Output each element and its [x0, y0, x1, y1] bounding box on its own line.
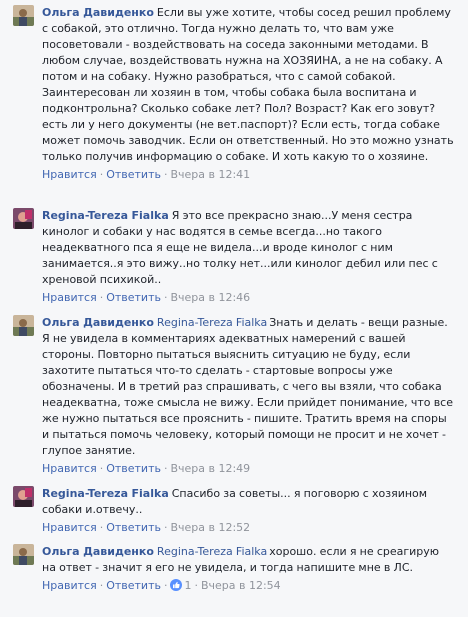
like-button[interactable]: Нравится — [42, 462, 97, 475]
like-button[interactable]: Нравится — [42, 291, 97, 304]
avatar[interactable] — [13, 315, 34, 336]
comment-text: Regina-Tereza Fialka Спасибо за советы...… — [42, 486, 454, 518]
comment-author[interactable]: Ольга Давиденко — [42, 6, 154, 19]
separator: · — [163, 168, 168, 181]
comment-timestamp[interactable]: Вчера в 12:54 — [201, 579, 281, 592]
separator: · — [163, 579, 168, 592]
reaction-summary[interactable]: 1 — [170, 579, 191, 592]
separator: · — [99, 521, 104, 534]
reply-button[interactable]: Ответить — [106, 291, 161, 304]
comment-timestamp[interactable]: Вчера в 12:46 — [170, 291, 250, 304]
separator: · — [163, 462, 168, 475]
like-button[interactable]: Нравится — [42, 521, 97, 534]
avatar[interactable] — [13, 486, 34, 507]
comment-text: Ольга Давиденко Если вы уже хотите, чтобы… — [42, 5, 454, 165]
comment-text: Ольга Давиденко Regina-Tereza Fialka Знать… — [42, 315, 454, 459]
reply-button[interactable]: Ответить — [106, 168, 161, 181]
separator: · — [163, 521, 168, 534]
separator: · — [163, 291, 168, 304]
comment-actions: Нравится · Ответить · Вчера в 12:49 — [42, 461, 454, 477]
comment-actions: Нравится · Ответить · Вчера в 12:41 — [42, 167, 454, 183]
reply-button[interactable]: Ответить — [106, 462, 161, 475]
reply-button[interactable]: Ответить — [106, 579, 161, 592]
separator: · — [194, 579, 198, 592]
comment-message: Знать и делать - вещи разные. Я не увиде… — [42, 316, 453, 457]
comment-author[interactable]: Regina-Tereza Fialka — [42, 209, 169, 222]
reaction-count: 1 — [184, 579, 192, 592]
comment-timestamp[interactable]: Вчера в 12:52 — [170, 521, 250, 534]
comment-actions: Нравится · Ответить · Вчера в 12:46 — [42, 290, 454, 306]
like-reaction-icon — [170, 579, 183, 591]
avatar[interactable] — [13, 544, 34, 565]
comment-author[interactable]: Ольга Давиденко — [42, 316, 154, 329]
comment-author[interactable]: Ольга Давиденко — [42, 545, 154, 558]
comment-text: Ольга Давиденко Regina-Tereza Fialka хорош… — [42, 544, 454, 576]
avatar-image — [13, 315, 34, 336]
separator: · — [99, 579, 104, 592]
comment-actions: Нравится · Ответить · Вчера в 12:52 — [42, 520, 454, 536]
avatar-image — [13, 5, 34, 26]
separator: · — [99, 462, 104, 475]
like-button[interactable]: Нравится — [42, 579, 97, 592]
comment-mention[interactable]: Regina-Tereza Fialka — [157, 545, 267, 558]
like-button[interactable]: Нравится — [42, 168, 97, 181]
comment-mention[interactable]: Regina-Tereza Fialka — [157, 316, 267, 329]
avatar[interactable] — [13, 5, 34, 26]
comment-author[interactable]: Regina-Tereza Fialka — [42, 487, 169, 500]
avatar-image — [13, 208, 34, 229]
reply-button[interactable]: Ответить — [106, 521, 161, 534]
comment-timestamp[interactable]: Вчера в 12:41 — [170, 168, 250, 181]
comment-timestamp[interactable]: Вчера в 12:49 — [170, 462, 250, 475]
avatar[interactable] — [13, 208, 34, 229]
comment-actions: Нравится · Ответить · 1 · Вчера в 12:54 — [42, 578, 454, 594]
separator: · — [99, 291, 104, 304]
comment-thread: Ольга Давиденко Если вы уже хотите, чтобы… — [0, 0, 468, 617]
comment-text: Regina-Tereza Fialka Я это все прекрасно … — [42, 208, 454, 288]
avatar-image — [13, 544, 34, 565]
avatar-image — [13, 486, 34, 507]
separator: · — [99, 168, 104, 181]
comment-message: Если вы уже хотите, чтобы сосед решил пр… — [42, 6, 454, 163]
